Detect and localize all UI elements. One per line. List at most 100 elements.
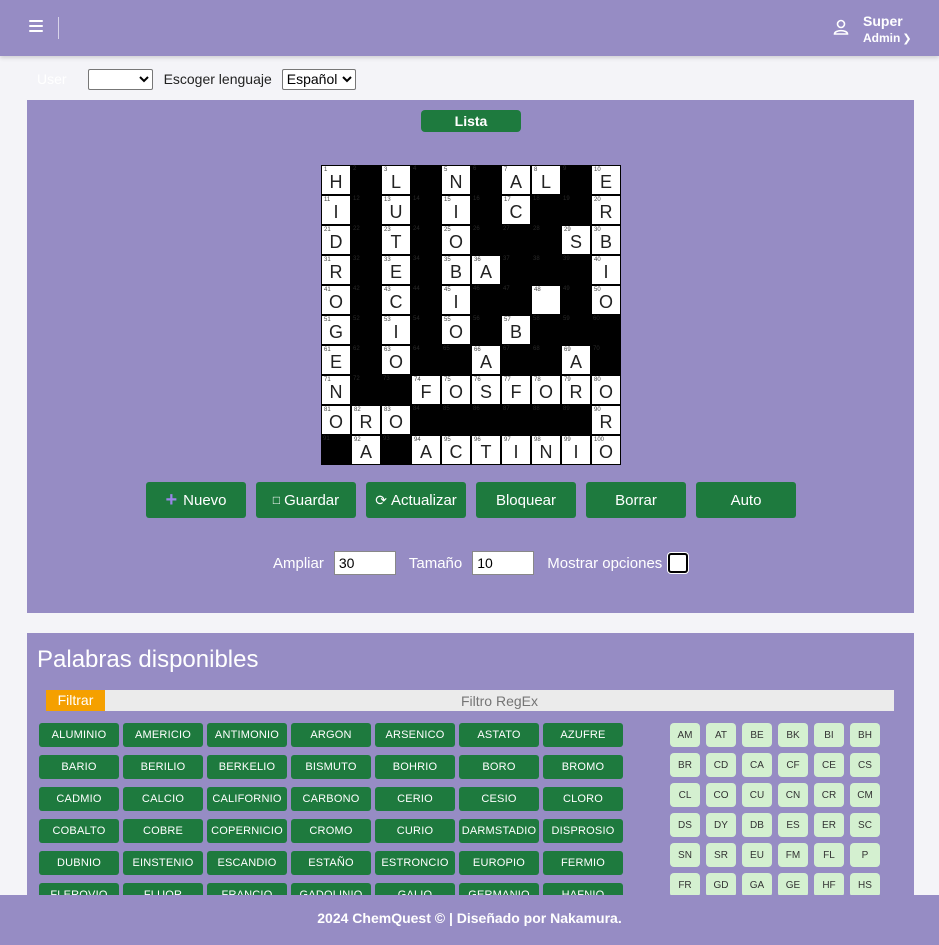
symbol-chip[interactable]: SN <box>670 843 700 867</box>
crossword-cell[interactable]: 45 I <box>441 285 471 315</box>
word-button[interactable]: ARGON <box>291 723 371 747</box>
symbol-chip[interactable]: ES <box>778 813 808 837</box>
symbol-chip[interactable]: CS <box>850 753 880 777</box>
word-button[interactable]: CARBONO <box>291 787 371 811</box>
crossword-cell[interactable]: 74 F <box>411 375 441 405</box>
word-button[interactable]: GERMANIO <box>459 883 539 895</box>
crossword-cell-black[interactable]: 54 <box>411 315 441 345</box>
symbol-chip[interactable]: EU <box>742 843 772 867</box>
auto-button[interactable]: Auto <box>696 482 796 518</box>
crossword-cell-black[interactable]: 84 <box>411 405 441 435</box>
crossword-cell[interactable]: 5N <box>441 165 471 195</box>
crossword-cell[interactable]: 15 I <box>441 195 471 225</box>
language-select[interactable]: Español <box>281 68 356 90</box>
crossword-cell-black[interactable]: 87 <box>501 405 531 435</box>
word-button[interactable]: DUBNIO <box>39 851 119 875</box>
crossword-cell[interactable]: 92 A <box>351 435 381 465</box>
word-button[interactable]: GADOLINIO <box>291 883 371 895</box>
crossword-cell[interactable]: 66 A <box>471 345 501 375</box>
word-button[interactable]: FRANCIO <box>207 883 287 895</box>
symbol-chip[interactable]: CD <box>706 753 736 777</box>
symbol-chip[interactable]: FL <box>814 843 844 867</box>
regex-filter-input[interactable] <box>105 690 894 711</box>
new-button[interactable]: + Nuevo <box>146 482 246 518</box>
crossword-cell-black[interactable]: 38 <box>531 255 561 285</box>
crossword-cell-black[interactable]: 34 <box>411 255 441 285</box>
symbol-chip[interactable]: BH <box>850 723 880 747</box>
crossword-cell[interactable]: 63 O <box>381 345 411 375</box>
update-button[interactable]: ⟳ Actualizar <box>366 482 466 518</box>
word-button[interactable]: CROMO <box>291 819 371 843</box>
crossword-cell-black[interactable]: 6 <box>471 165 501 195</box>
crossword-cell-black[interactable]: 9 <box>561 165 591 195</box>
crossword-cell[interactable]: 94 A <box>411 435 441 465</box>
show-options-checkbox[interactable] <box>668 553 689 573</box>
user-icon[interactable] <box>832 18 850 36</box>
crossword-cell[interactable]: 75 O <box>441 375 471 405</box>
word-button[interactable]: DISPROSIO <box>543 819 623 843</box>
symbol-chip[interactable]: CE <box>814 753 844 777</box>
crossword-cell[interactable]: 53 I <box>381 315 411 345</box>
crossword-cell-black[interactable]: 73 <box>381 375 411 405</box>
crossword-cell[interactable]: 31 R <box>321 255 351 285</box>
symbol-chip[interactable]: CA <box>742 753 772 777</box>
crossword-cell[interactable]: 82 R <box>351 405 381 435</box>
crossword-cell-black[interactable]: 64 <box>411 345 441 375</box>
symbol-chip[interactable]: GE <box>778 873 808 895</box>
crossword-cell[interactable]: 50 O <box>591 285 621 315</box>
crossword-cell[interactable]: 36 A <box>471 255 501 285</box>
word-button[interactable]: BISMUTO <box>291 755 371 779</box>
crossword-cell[interactable]: 23 T <box>381 225 411 255</box>
crossword-cell-black[interactable]: 72 <box>351 375 381 405</box>
crossword-cell[interactable]: 78 O <box>531 375 561 405</box>
crossword-cell-black[interactable]: 93 <box>381 435 411 465</box>
word-button[interactable]: CLORO <box>543 787 623 811</box>
word-button[interactable]: BERILIO <box>123 755 203 779</box>
crossword-cell-black[interactable]: 59 <box>561 315 591 345</box>
crossword-cell[interactable]: 29 S <box>561 225 591 255</box>
symbol-chip[interactable]: DS <box>670 813 700 837</box>
crossword-cell[interactable]: 21 D <box>321 225 351 255</box>
crossword-cell[interactable]: 83 O <box>381 405 411 435</box>
word-button[interactable]: BARIO <box>39 755 119 779</box>
crossword-cell[interactable]: 61 E <box>321 345 351 375</box>
symbol-chip[interactable]: SR <box>706 843 736 867</box>
crossword-cell[interactable]: 35 B <box>441 255 471 285</box>
crossword-cell[interactable]: 55 O <box>441 315 471 345</box>
crossword-cell[interactable]: 3L <box>381 165 411 195</box>
crossword-cell-black[interactable]: 27 <box>501 225 531 255</box>
symbol-chip[interactable]: CU <box>742 783 772 807</box>
word-button[interactable]: ESTRONCIO <box>375 851 455 875</box>
crossword-cell[interactable]: 80 O <box>591 375 621 405</box>
crossword-cell[interactable]: 98 N <box>531 435 561 465</box>
crossword-cell-black[interactable]: 32 <box>351 255 381 285</box>
word-button[interactable]: ESCANDIO <box>207 851 287 875</box>
symbol-chip[interactable]: ER <box>814 813 844 837</box>
crossword-cell-black[interactable]: 68 <box>531 345 561 375</box>
hamburger-icon[interactable] <box>29 20 43 34</box>
crossword-cell-black[interactable]: 91 <box>321 435 351 465</box>
save-button[interactable]: □ Guardar <box>256 482 356 518</box>
symbol-chip[interactable]: DB <box>742 813 772 837</box>
crossword-cell-black[interactable]: 14 <box>411 195 441 225</box>
word-button[interactable]: ALUMINIO <box>39 723 119 747</box>
crossword-cell-black[interactable]: 22 <box>351 225 381 255</box>
crossword-cell[interactable]: 43 C <box>381 285 411 315</box>
symbol-chip[interactable]: CN <box>778 783 808 807</box>
crossword-cell[interactable]: 81 O <box>321 405 351 435</box>
crossword-cell[interactable]: 11 I <box>321 195 351 225</box>
crossword-cell[interactable]: 40 I <box>591 255 621 285</box>
word-button[interactable]: ARSENICO <box>375 723 455 747</box>
symbol-chip[interactable]: AM <box>670 723 700 747</box>
word-button[interactable]: FLEROVIO <box>39 883 119 895</box>
symbol-chip[interactable]: HF <box>814 873 844 895</box>
symbol-chip[interactable]: GD <box>706 873 736 895</box>
word-button[interactable]: ANTIMONIO <box>207 723 287 747</box>
crossword-cell-black[interactable]: 65 <box>441 345 471 375</box>
symbol-chip[interactable]: FR <box>670 873 700 895</box>
user-role-dropdown[interactable]: Admin ❯ <box>863 31 912 45</box>
crossword-cell[interactable]: 90 R <box>591 405 621 435</box>
crossword-cell[interactable]: 95 C <box>441 435 471 465</box>
symbol-chip[interactable]: AT <box>706 723 736 747</box>
delete-button[interactable]: Borrar <box>586 482 686 518</box>
